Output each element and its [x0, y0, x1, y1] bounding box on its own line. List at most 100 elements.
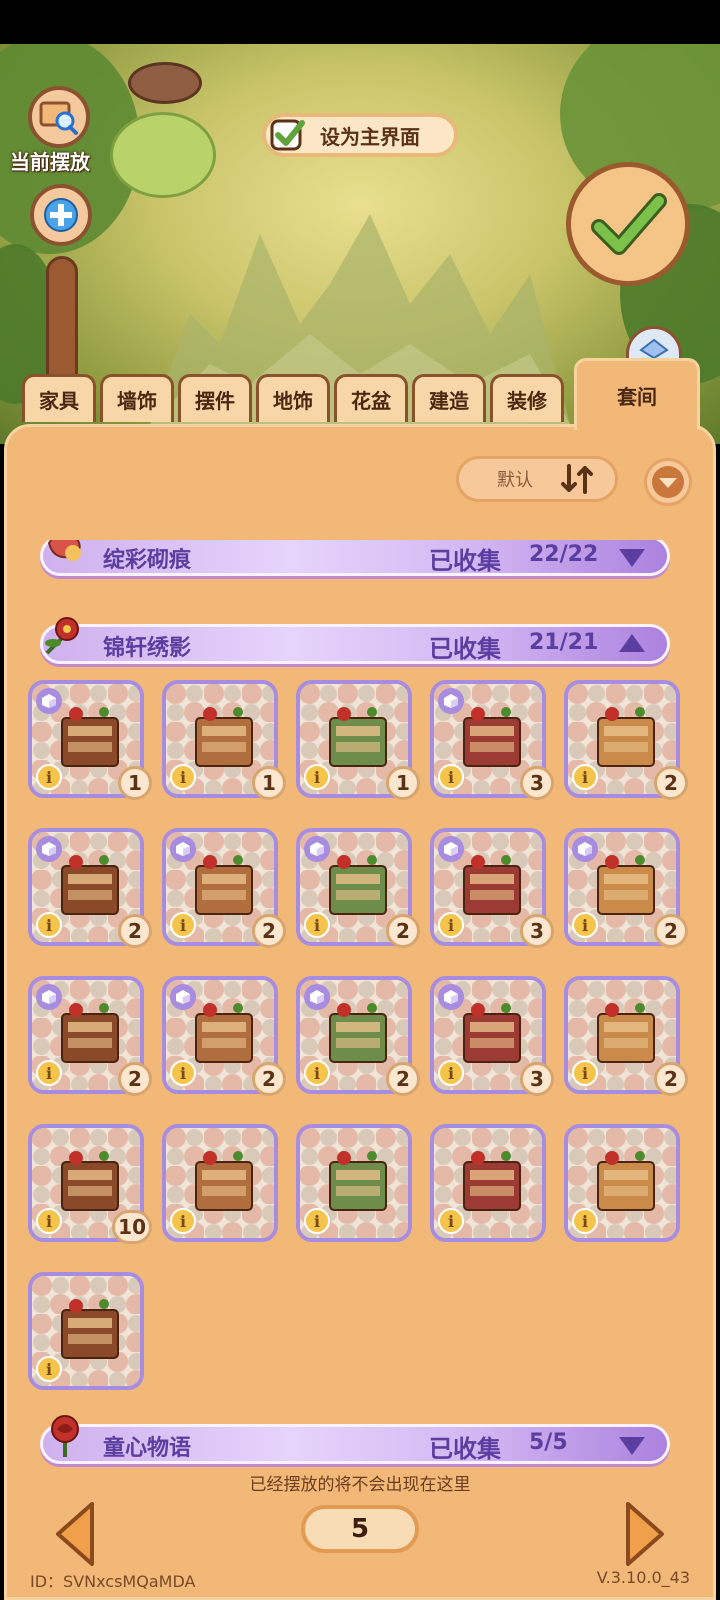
info-icon[interactable]: i — [170, 1208, 196, 1234]
item-card[interactable]: i2 — [296, 828, 420, 948]
tab-label: 套间 — [617, 385, 657, 409]
item-card[interactable]: i3 — [430, 828, 554, 948]
info-icon[interactable]: i — [36, 764, 62, 790]
lily-pad — [110, 112, 216, 198]
item-card[interactable]: i — [28, 1272, 144, 1390]
info-icon[interactable]: i — [438, 1060, 464, 1086]
sort-button[interactable]: 默认 — [456, 456, 618, 502]
item-card[interactable]: i3 — [430, 680, 554, 800]
info-icon[interactable]: i — [438, 912, 464, 938]
set-header[interactable]: 童心物语 已收集 5/5 — [40, 1415, 670, 1464]
expand-arrow-icon — [619, 1437, 645, 1455]
info-icon[interactable]: i — [36, 1060, 62, 1086]
status-bar — [0, 0, 720, 44]
item-card[interactable]: i2 — [162, 976, 286, 1096]
set-header[interactable]: 锦轩绣影 已收集 21/21 — [40, 617, 670, 664]
chevron-down-icon — [652, 466, 684, 498]
item-card[interactable]: i — [430, 1124, 546, 1242]
player-id: ID：SVNxcsMQaMDA — [30, 1572, 196, 1591]
current-placement-button[interactable] — [28, 86, 90, 148]
tab-suites[interactable]: 套间 — [574, 358, 700, 430]
collected-count: 5/5 — [529, 1430, 568, 1455]
info-icon[interactable]: i — [572, 1208, 598, 1234]
quantity-badge: 2 — [654, 766, 688, 800]
tab-label: 花盆 — [351, 389, 391, 413]
tab-label: 装修 — [507, 389, 547, 413]
tab-renovation[interactable]: 装修 — [490, 374, 564, 422]
item-card[interactable]: i2 — [28, 976, 152, 1096]
placeable-cube-icon — [438, 688, 464, 714]
collected-count: 21/21 — [529, 630, 599, 655]
info-icon[interactable]: i — [304, 1060, 330, 1086]
info-icon[interactable]: i — [572, 1060, 598, 1086]
sort-order-icon — [561, 464, 593, 494]
info-icon[interactable]: i — [572, 912, 598, 938]
tab-label: 墙饰 — [117, 389, 157, 413]
info-icon[interactable]: i — [304, 1208, 330, 1234]
item-card[interactable]: i2 — [564, 680, 688, 800]
item-card[interactable]: i — [296, 1124, 412, 1242]
placeable-cube-icon — [572, 836, 598, 862]
set-name: 童心物语 — [103, 1436, 192, 1461]
lily-pad-brown — [128, 62, 202, 104]
item-card[interactable]: i2 — [564, 976, 688, 1096]
tab-wall-decor[interactable]: 墙饰 — [100, 374, 174, 422]
info-icon[interactable]: i — [170, 912, 196, 938]
item-card[interactable]: i1 — [296, 680, 420, 800]
item-card[interactable]: i1 — [28, 680, 152, 800]
item-card[interactable]: i3 — [430, 976, 554, 1096]
set-header[interactable]: 绽彩砌痕 已收集 22/22 — [40, 540, 670, 576]
collected-count: 22/22 — [529, 542, 599, 567]
suite-list: 绽彩砌痕 已收集 22/22 锦轩绣影 已收集 21/21 i1i1i1i3i2… — [0, 540, 720, 1486]
info-icon[interactable]: i — [36, 1356, 62, 1382]
info-icon[interactable]: i — [170, 1060, 196, 1086]
item-card[interactable]: i — [564, 1124, 680, 1242]
info-icon[interactable]: i — [438, 764, 464, 790]
set-name: 绽彩砌痕 — [103, 548, 192, 573]
quantity-badge: 2 — [252, 914, 286, 948]
info-icon[interactable]: i — [438, 1208, 464, 1234]
item-card[interactable]: i2 — [296, 976, 420, 1096]
info-icon[interactable]: i — [572, 764, 598, 790]
tab-ornaments[interactable]: 摆件 — [178, 374, 252, 422]
prev-page-button[interactable] — [52, 1500, 100, 1568]
placeable-cube-icon — [36, 688, 62, 714]
item-card[interactable]: i 10 — [28, 1124, 152, 1244]
tab-flower-pots[interactable]: 花盆 — [334, 374, 408, 422]
checkmark-icon — [591, 193, 667, 255]
search-layout-icon — [39, 101, 78, 135]
info-icon[interactable]: i — [304, 764, 330, 790]
set-name: 锦轩绣影 — [103, 636, 192, 661]
tab-label: 建造 — [429, 389, 469, 413]
item-card[interactable]: i2 — [28, 828, 152, 948]
info-icon[interactable]: i — [36, 912, 62, 938]
add-button[interactable] — [30, 184, 92, 246]
rose-emblem-icon — [51, 1415, 79, 1457]
tab-floor-decor[interactable]: 地饰 — [256, 374, 330, 422]
confirm-button[interactable] — [566, 162, 690, 286]
quantity-badge: 2 — [386, 914, 420, 948]
tab-furniture[interactable]: 家具 — [22, 374, 96, 422]
tab-label: 摆件 — [195, 389, 235, 413]
item-card[interactable]: i — [162, 1124, 278, 1242]
tab-label: 家具 — [39, 389, 79, 413]
info-icon[interactable]: i — [304, 912, 330, 938]
info-icon[interactable]: i — [170, 764, 196, 790]
current-placement-label: 当前摆放 — [10, 150, 90, 174]
filter-dropdown-button[interactable] — [644, 458, 692, 506]
tab-construction[interactable]: 建造 — [412, 374, 486, 422]
placeable-cube-icon — [36, 836, 62, 862]
set-main-screen-label: 设为主界面 — [320, 124, 420, 149]
quantity-badge: 3 — [520, 914, 554, 948]
collected-label: 已收集 — [429, 635, 501, 663]
camellia-emblem-icon — [45, 617, 79, 655]
item-card[interactable]: i2 — [564, 828, 688, 948]
set-main-screen-button[interactable]: 设为主界面 — [262, 113, 458, 157]
item-card[interactable]: i2 — [162, 828, 286, 948]
info-icon[interactable]: i — [36, 1208, 62, 1234]
next-page-button[interactable] — [620, 1500, 668, 1568]
placeable-cube-icon — [438, 836, 464, 862]
page-number: 5 — [301, 1505, 419, 1553]
item-card[interactable]: i1 — [162, 680, 286, 800]
set-emblem-icon — [47, 540, 81, 561]
